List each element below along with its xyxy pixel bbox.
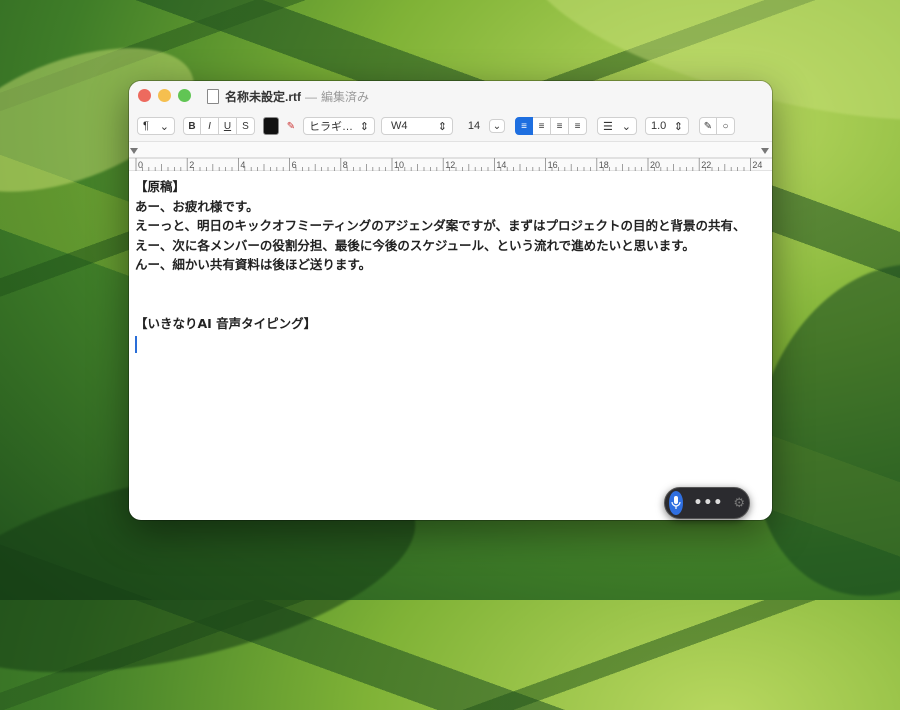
ruler-label: 8 — [343, 160, 348, 170]
list-style-select[interactable]: ☰ ⌄ — [597, 117, 637, 135]
list-icon: ☰ — [603, 120, 613, 133]
ruler-label: 22 — [701, 160, 711, 170]
paragraph-icon: ¶ — [143, 120, 149, 132]
cursor-line[interactable] — [135, 333, 766, 353]
ruler[interactable]: 0 2 4 6 8 10 12 14 16 18 20 22 24 — [129, 141, 772, 171]
font-size-control: 14 ⌄ — [461, 117, 505, 135]
document-name: 名称未設定.rtf — [225, 90, 301, 104]
gear-icon[interactable]: ⚙ — [733, 496, 745, 511]
window-title: 名称未設定.rtf — 編集済み — [207, 88, 369, 105]
highlight-off-icon[interactable]: ✎ — [283, 117, 299, 135]
align-justify-icon[interactable]: ≡ — [569, 117, 587, 135]
align-right-icon[interactable]: ≡ — [551, 117, 569, 135]
microphone-icon[interactable] — [669, 491, 684, 515]
document-line — [135, 294, 766, 314]
dictation-widget: ••• ⚙ — [664, 487, 750, 519]
underline-button[interactable]: U — [219, 117, 237, 135]
ruler-label: 10 — [394, 160, 404, 170]
chevron-down-icon: ⌄ — [621, 120, 631, 133]
line-spacing-select[interactable]: 1.0 ⇕ — [645, 117, 689, 135]
title-bar[interactable]: 名称未設定.rtf — 編集済み — [129, 81, 772, 111]
pencil-icon[interactable]: ✎ — [699, 117, 717, 135]
text-caret — [135, 335, 137, 353]
format-toolbar: ¶ ⌄ B I U S ✎ ヒラギ… ⇕ W4 ⇕ 14 ⌄ ≡ ≡ ≡ ≡ ☰… — [129, 111, 772, 141]
document-line: 【いきなりAI 音声タイピング】 — [135, 315, 317, 331]
stepper-icon: ⇕ — [673, 120, 683, 133]
document-line: んー、細かい共有資料は後ほど送ります。 — [135, 257, 372, 272]
ruler-label: 6 — [292, 160, 297, 170]
ruler-label: 4 — [240, 160, 245, 170]
document-line — [135, 275, 766, 295]
right-indent-marker[interactable] — [761, 148, 769, 154]
line-spacing-value: 1.0 — [651, 120, 667, 132]
ruler-scale: 0 2 4 6 8 10 12 14 16 18 20 22 24 — [129, 148, 772, 171]
title-separator: — — [305, 89, 317, 104]
ruler-label: 12 — [445, 160, 455, 170]
more-icon[interactable]: ••• — [693, 495, 723, 511]
ruler-label: 24 — [752, 160, 762, 170]
align-left-icon[interactable]: ≡ — [515, 117, 533, 135]
document-line: えーっと、明日のキックオフミーティングのアジェンダ案ですが、まずはプロジェクトの… — [135, 218, 746, 233]
textedit-window: 名称未設定.rtf — 編集済み ¶ ⌄ B I U S ✎ ヒラギ… ⇕ W4… — [129, 81, 772, 520]
ruler-label: 14 — [496, 160, 506, 170]
stepper-icon: ⇕ — [437, 120, 447, 133]
font-weight-select[interactable]: W4 ⇕ — [381, 117, 453, 135]
bold-button[interactable]: B — [183, 117, 201, 135]
font-family-value: ヒラギ… — [309, 121, 353, 133]
stepper-icon: ⇕ — [359, 120, 369, 133]
left-indent-marker[interactable] — [130, 148, 138, 154]
document-line: あー、お疲れ様です。 — [135, 198, 259, 214]
ruler-label: 18 — [599, 160, 609, 170]
maximize-window-button[interactable] — [178, 89, 191, 102]
chevron-down-icon: ⌄ — [159, 120, 169, 133]
document-body[interactable]: 【原稿】 あー、お疲れ様です。 えーっと、明日のキックオフミーティングのアジェン… — [129, 171, 772, 359]
strikethrough-button[interactable]: S — [237, 117, 255, 135]
document-line: えー、次に各メンバーの役割分担、最後に今後のスケジュール、という流れで進めたいと… — [135, 237, 695, 253]
font-family-select[interactable]: ヒラギ… ⇕ — [303, 117, 375, 135]
minimize-window-button[interactable] — [158, 89, 171, 102]
ruler-label: 16 — [548, 160, 558, 170]
ruler-label: 20 — [650, 160, 660, 170]
document-line: 【原稿】 — [135, 179, 186, 194]
font-size-dropdown[interactable]: ⌄ — [489, 119, 505, 133]
ruler-label: 0 — [138, 160, 143, 170]
ruler-label: 2 — [189, 160, 194, 170]
circle-icon[interactable]: ○ — [717, 117, 735, 135]
paragraph-style-select[interactable]: ¶ ⌄ — [137, 117, 175, 135]
align-center-icon[interactable]: ≡ — [533, 117, 551, 135]
close-window-button[interactable] — [138, 89, 151, 102]
document-icon — [207, 89, 219, 104]
edited-status: 編集済み — [321, 90, 370, 104]
font-weight-value: W4 — [391, 120, 408, 132]
font-size-input[interactable]: 14 — [461, 117, 487, 135]
text-color-swatch[interactable] — [263, 117, 279, 135]
italic-button[interactable]: I — [201, 117, 219, 135]
